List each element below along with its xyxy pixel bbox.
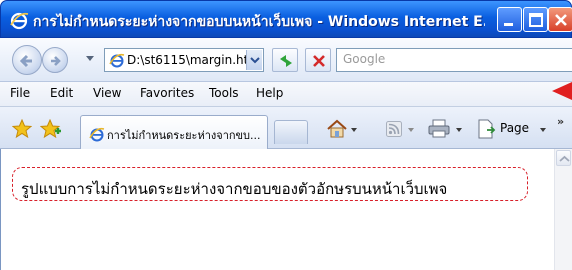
search-input[interactable] (343, 52, 563, 66)
address-url[interactable]: D:\st6115\margin.htm (127, 53, 251, 67)
tab-active[interactable]: การไม่กำหนดระยะห่างจากขบ... (80, 115, 268, 149)
home-icon[interactable] (326, 119, 348, 139)
favorites-center-star-icon[interactable] (12, 119, 32, 139)
menu-file[interactable]: File (10, 86, 30, 100)
page-body-text: รูปแบบการไม่กำหนดระยะห่างจากขอบของตัวอัก… (21, 180, 448, 198)
menu-help[interactable]: Help (256, 86, 283, 100)
tab-label: การไม่กำหนดระยะห่างจากขบ... (107, 129, 261, 142)
chevron-down-icon (250, 57, 260, 64)
back-arrow-icon (19, 54, 32, 68)
refresh-button[interactable] (272, 48, 298, 72)
page-icon[interactable] (476, 119, 496, 139)
menu-view[interactable]: View (93, 86, 121, 100)
address-dropdown-button[interactable] (246, 50, 262, 70)
refresh-icon (280, 55, 292, 67)
stop-button[interactable] (305, 48, 331, 72)
minimize-button[interactable] (497, 7, 522, 32)
feeds-dropdown-icon[interactable] (408, 128, 414, 133)
close-icon (555, 14, 567, 26)
ie-page-icon (89, 127, 105, 142)
scroll-up-arrow-icon (559, 155, 570, 162)
menu-tools[interactable]: Tools (209, 86, 239, 100)
title-bar: การไม่กำหนดระยะห่างจากขอบบนหน้าเว็บเพจ -… (0, 0, 572, 38)
page-dropdown-icon[interactable] (540, 128, 546, 133)
address-toolbar: D:\st6115\margin.htm (0, 38, 572, 82)
toolbar-overflow-chevron[interactable]: » (557, 115, 564, 128)
minimize-icon (504, 23, 513, 26)
recent-pages-dropdown-icon[interactable] (86, 56, 94, 62)
maximize-button[interactable] (523, 7, 548, 32)
forward-arrow-icon (51, 56, 61, 66)
annotation-arrow-icon (552, 82, 572, 100)
address-bar[interactable]: D:\st6115\margin.htm (104, 48, 264, 72)
new-tab-button[interactable] (274, 120, 308, 144)
window-title: การไม่กำหนดระยะห่างจากขอบบนหน้าเว็บเพจ -… (33, 14, 485, 30)
vertical-scrollbar[interactable] (554, 149, 572, 270)
print-icon[interactable] (428, 119, 450, 139)
stop-icon (313, 55, 325, 67)
back-button[interactable] (12, 45, 42, 75)
forward-button[interactable] (42, 47, 68, 73)
maximize-icon (529, 13, 543, 27)
search-box[interactable] (336, 48, 572, 72)
print-dropdown-icon[interactable] (456, 128, 462, 133)
ie-page-icon (109, 53, 125, 68)
page-content: รูปแบบการไม่กำหนดระยะห่างจากขอบของตัวอัก… (0, 149, 554, 270)
close-button[interactable] (548, 7, 572, 32)
tab-bar: การไม่กำหนดระยะห่างจากขบ... Page » (0, 107, 572, 149)
page-menu-label[interactable]: Page (500, 121, 529, 135)
menu-edit[interactable]: Edit (50, 86, 73, 100)
home-dropdown-icon[interactable] (351, 128, 357, 133)
menu-favorites[interactable]: Favorites (140, 86, 194, 100)
scroll-up-button[interactable] (556, 150, 571, 166)
feeds-icon[interactable] (386, 121, 402, 137)
menu-bar: File Edit View Favorites Tools Help (0, 82, 572, 107)
add-to-favorites-icon[interactable] (40, 119, 62, 139)
ie-logo-icon (10, 12, 29, 30)
